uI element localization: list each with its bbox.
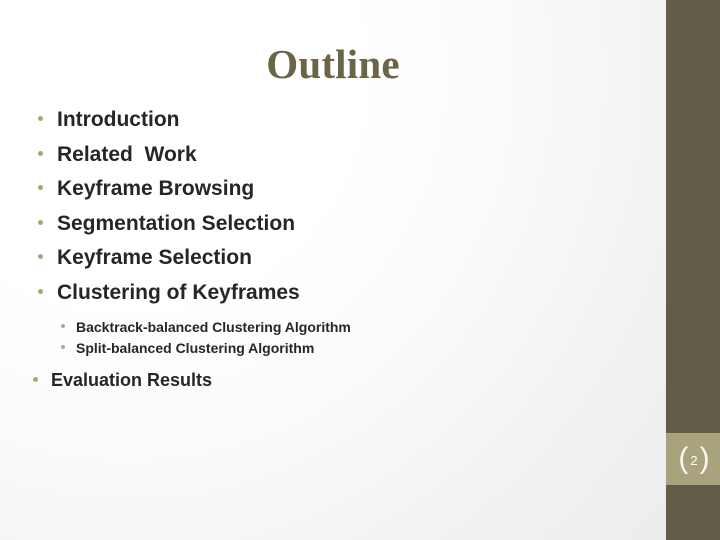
slide-title: Outline	[266, 41, 400, 87]
outline-subitem-split-balanced: Split-balanced Clustering Algorithm	[0, 338, 640, 359]
sub-bullet-dot-icon	[61, 345, 65, 349]
presentation-slide: ( 2 ) Outline Introduction Related Work …	[0, 0, 720, 540]
bullet-dot-icon	[38, 219, 43, 225]
outline-item-keyframe-browsing: Keyframe Browsing	[0, 172, 640, 207]
sub-bullet-dot-icon	[61, 324, 65, 328]
outline-item-keyframe-selection: Keyframe Selection	[0, 241, 640, 276]
outline-item-evaluation-results: Evaluation Results	[0, 365, 640, 396]
right-bracket-icon: )	[699, 442, 710, 475]
outline-subitem-backtrack-balanced: Backtrack-balanced Clustering Algorithm	[0, 317, 640, 338]
outline-list: Introduction Related Work Keyframe Brows…	[0, 103, 640, 396]
bullet-dot-icon	[38, 116, 43, 121]
outline-item-label: Introduction	[57, 108, 180, 131]
outline-item-label: Keyframe Selection	[57, 246, 252, 269]
outline-item-label: Related Work	[57, 142, 197, 166]
bullet-dot-icon	[33, 377, 38, 382]
outline-item-clustering-of-keyframes: Clustering of Keyframes	[0, 276, 640, 311]
outline-item-introduction: Introduction	[0, 103, 640, 138]
outline-subitem-label: Backtrack-balanced Clustering Algorithm	[76, 319, 351, 335]
outline-item-related-work: Related Work	[0, 138, 640, 173]
left-bracket-icon: (	[678, 442, 689, 475]
outline-item-label: Segmentation Selection	[57, 211, 296, 235]
outline-subitem-label: Split-balanced Clustering Algorithm	[76, 340, 315, 356]
bullet-dot-icon	[38, 254, 43, 259]
outline-item-segmentation-selection: Segmentation Selection	[0, 207, 640, 242]
page-number-text: 2	[690, 452, 698, 468]
outline-item-label: Clustering of Keyframes	[57, 280, 300, 304]
page-number-badge: ( 2 )	[670, 440, 718, 478]
bullet-dot-icon	[38, 185, 43, 190]
outline-item-label: Keyframe Browsing	[57, 177, 255, 200]
bullet-dot-icon	[38, 288, 43, 294]
bullet-dot-icon	[38, 150, 43, 156]
outline-item-label: Evaluation Results	[51, 370, 213, 390]
